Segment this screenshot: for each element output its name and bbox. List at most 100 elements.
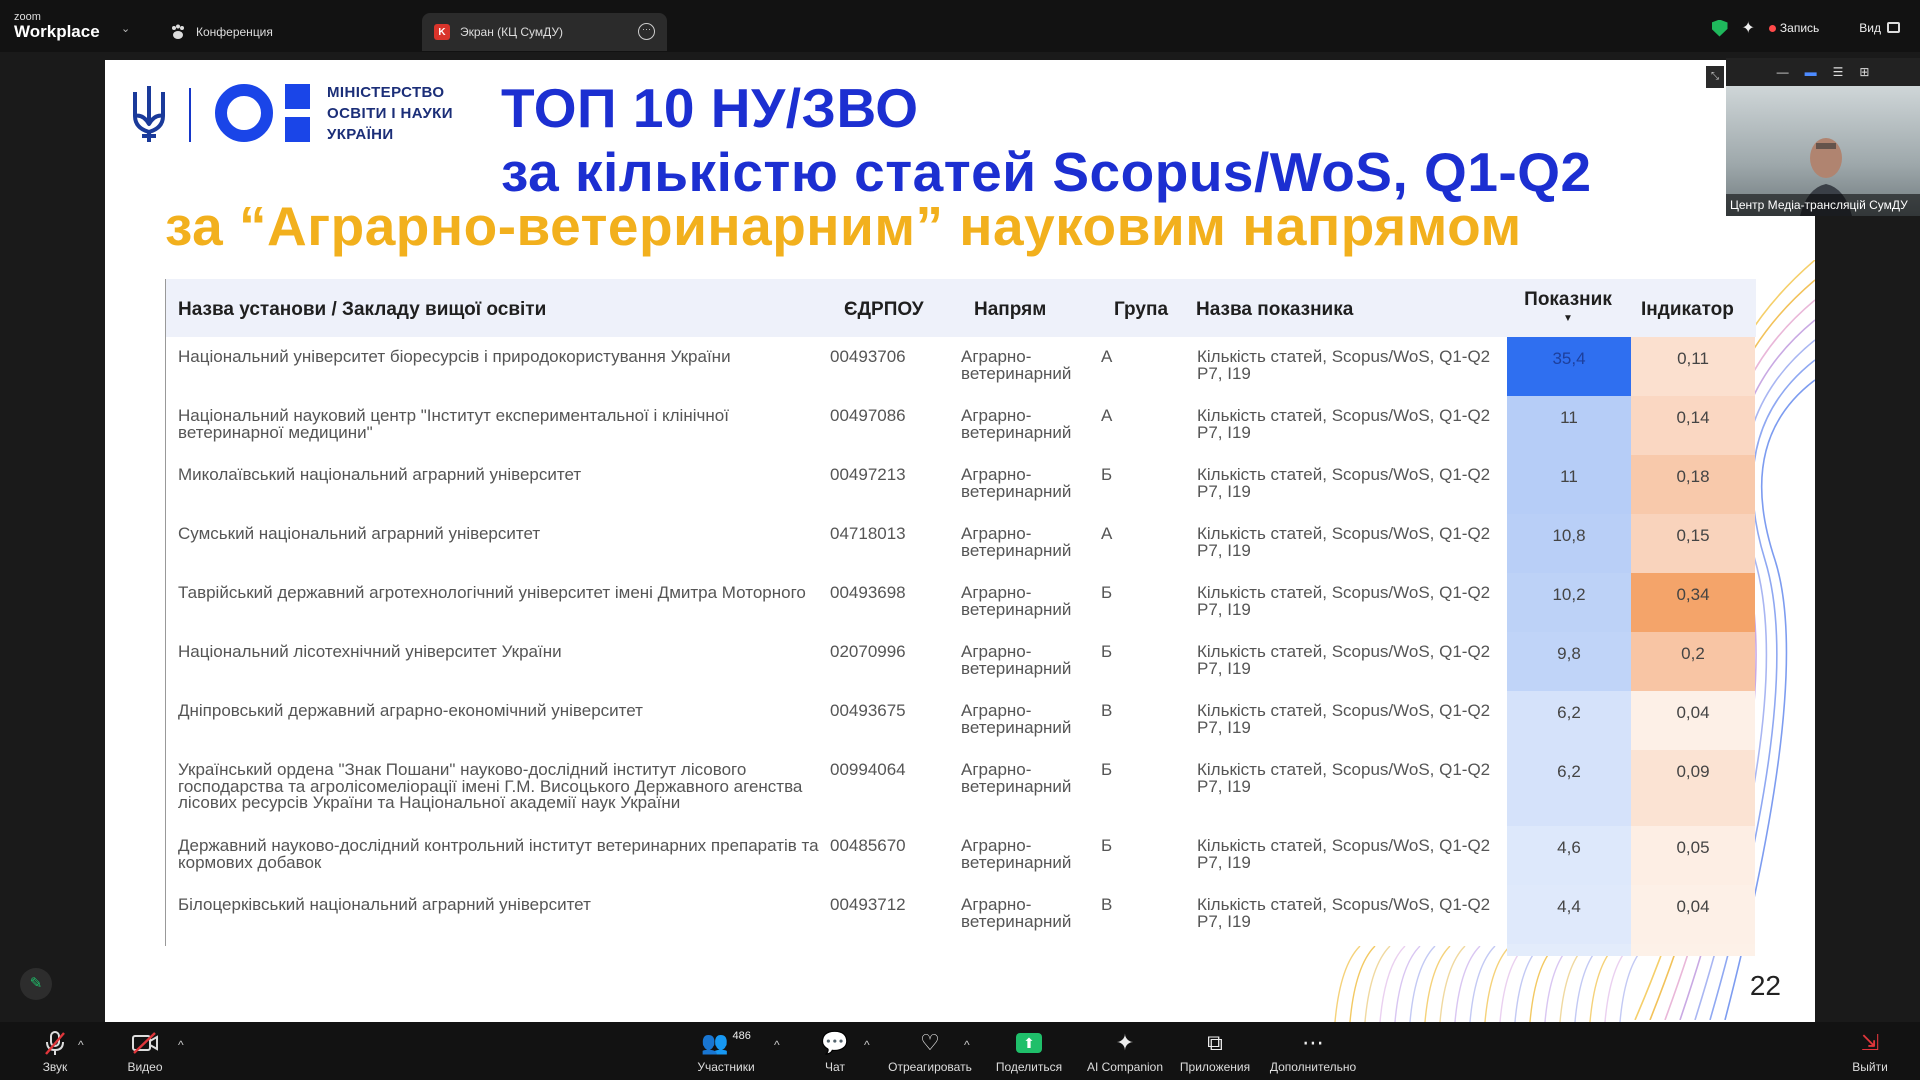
participants-caret-icon[interactable]: ^ — [774, 1038, 780, 1052]
chevron-down-icon[interactable]: ⌄ — [121, 22, 130, 35]
ministry-name-line: УКРАЇНИ — [327, 126, 394, 143]
participant-name: Центр Медіа-трансляцій СумДУ — [1726, 194, 1920, 216]
annotate-pen-icon[interactable]: ✎ — [20, 968, 52, 1000]
expand-icon[interactable]: ⤡ — [1706, 66, 1724, 88]
grid-view-icon[interactable]: ⊞ — [1859, 65, 1869, 79]
more-icon[interactable]: ··· — [638, 23, 655, 40]
heart-icon: ♡ — [920, 1030, 940, 1055]
more-dots-icon: ⋯ — [1302, 1030, 1324, 1055]
table-row: Миколаївський національний аграрний унів… — [166, 455, 1756, 514]
table-row: Національний лісотехнічний університет У… — [166, 632, 1756, 691]
brand-big: Workplace — [14, 22, 100, 41]
leave-button[interactable]: ⇲ Выйти — [1815, 1030, 1920, 1074]
k-icon: K — [434, 24, 450, 40]
table-row: Державний науково-дослідний контрольний … — [166, 826, 1756, 885]
indicator-cell: 0,04 — [1631, 691, 1755, 750]
header-value: Показник ▼ — [1508, 289, 1628, 324]
view-button[interactable]: Вид — [1859, 21, 1900, 35]
trident-icon — [133, 86, 165, 142]
table-row: Білоцерківський національний аграрний ун… — [166, 885, 1756, 944]
chat-caret-icon[interactable]: ^ — [864, 1038, 870, 1052]
value-cell: 6,2 — [1507, 691, 1631, 750]
tab-label: Конференция — [196, 25, 273, 39]
institution-name: Миколаївський національний аграрний унів… — [178, 465, 582, 484]
edrpou-code: 00994064 — [830, 760, 906, 779]
indicator-name: Кількість статей, Scopus/WoS, Q1-Q2 P7, … — [1197, 583, 1491, 619]
strip-view-icon[interactable]: ☰ — [1833, 65, 1844, 79]
record-dot-icon — [1768, 25, 1776, 32]
leave-icon: ⇲ — [1860, 1030, 1880, 1055]
more-button[interactable]: ⋯ Дополнительно — [1257, 1030, 1369, 1074]
ranking-table: Назва установи / Закладу вищої освіти ЄД… — [165, 279, 1756, 956]
ministry-logo-square — [285, 117, 310, 142]
react-caret-icon[interactable]: ^ — [964, 1038, 970, 1052]
indicator-cell: 0,09 — [1631, 750, 1755, 826]
video-off-icon — [132, 1032, 158, 1054]
indicator-cell: 0,34 — [1631, 573, 1755, 632]
audio-caret-icon[interactable]: ^ — [78, 1038, 84, 1052]
edrpou-code: 00493706 — [830, 347, 906, 366]
group: А — [1101, 347, 1113, 366]
direction: Аграрно-ветеринарний — [961, 836, 1072, 872]
table-row: Український ордена "Знак Пошани" науково… — [166, 750, 1756, 826]
value-cell: 6,2 — [1507, 750, 1631, 826]
ministry-name-line: МІНІСТЕРСТВО — [327, 84, 445, 101]
header-code: ЄДРПОУ — [844, 299, 924, 320]
edrpou-code: 00497213 — [830, 465, 906, 484]
title-bar: zoom Workplace ⌄ Конференция K Экран (КЦ… — [0, 0, 1920, 52]
indicator-name: Кількість статей, Scopus/WoS, Q1-Q2 P7, … — [1197, 760, 1491, 796]
column-fill — [1631, 944, 1755, 956]
tab-meeting[interactable]: Конференция — [160, 13, 410, 51]
react-button[interactable]: ♡ Отреагировать — [874, 1030, 986, 1074]
institution-name: Таврійський державний агротехнологічний … — [178, 583, 806, 602]
table-row: Національний науковий центр "Інститут ек… — [166, 396, 1756, 455]
direction: Аграрно-ветеринарний — [961, 760, 1072, 796]
group: В — [1101, 895, 1113, 914]
table-header: Назва установи / Закладу вищої освіти ЄД… — [166, 279, 1756, 337]
decorative-stripes — [1334, 946, 1646, 1022]
video-tile[interactable]: — ▬ ☰ ⊞ Центр Медіа-трансляцій СумДУ — [1726, 58, 1920, 216]
indicator-name: Кількість статей, Scopus/WoS, Q1-Q2 P7, … — [1197, 895, 1491, 931]
single-view-icon[interactable]: ▬ — [1805, 65, 1817, 79]
indicator-name: Кількість статей, Scopus/WoS, Q1-Q2 P7, … — [1197, 836, 1491, 872]
video-caret-icon[interactable]: ^ — [178, 1038, 184, 1052]
participants-icon: 👥 — [701, 1030, 729, 1055]
indicator-name: Кількість статей, Scopus/WoS, Q1-Q2 P7, … — [1197, 347, 1491, 383]
header-indicator-name: Назва показника — [1196, 299, 1354, 320]
group: Б — [1101, 642, 1113, 661]
sparkle-icon[interactable]: ✦ — [1742, 18, 1755, 38]
indicator-name: Кількість статей, Scopus/WoS, Q1-Q2 P7, … — [1197, 524, 1491, 560]
indicator-cell: 0,2 — [1631, 632, 1755, 691]
ministry-name-line: ОСВІТИ І НАУКИ — [327, 105, 453, 122]
sort-arrow-icon: ▼ — [1563, 313, 1573, 324]
participants-button[interactable]: 👥 486 Участники — [671, 1030, 781, 1074]
record-indicator[interactable]: Запись — [1768, 21, 1820, 35]
indicator-name: Кількість статей, Scopus/WoS, Q1-Q2 P7, … — [1197, 701, 1491, 737]
edrpou-code: 00493712 — [830, 895, 906, 914]
zoom-logo: zoom Workplace — [14, 12, 100, 41]
participants-count: 486 — [732, 1030, 751, 1042]
video-button[interactable]: Видео — [90, 1030, 200, 1074]
shield-icon[interactable] — [1711, 19, 1728, 37]
institution-name: Білоцерківський національний аграрний ун… — [178, 895, 591, 914]
table-row: Сумський національний аграрний університ… — [166, 514, 1756, 573]
column-fill — [1507, 944, 1631, 956]
page-number: 22 — [1749, 970, 1781, 1001]
apps-button[interactable]: ⧉ Приложения — [1160, 1030, 1270, 1074]
record-label: Запись — [1779, 21, 1820, 35]
ministry-logo-square — [285, 84, 310, 109]
indicator-name: Кількість статей, Scopus/WoS, Q1-Q2 P7, … — [1197, 406, 1491, 442]
minimize-icon[interactable]: — — [1777, 65, 1789, 79]
header-value-label: Показник — [1524, 289, 1612, 310]
edrpou-code: 00485670 — [830, 836, 906, 855]
tab-screen[interactable]: K Экран (КЦ СумДУ) ··· — [422, 13, 667, 51]
value-cell: 11 — [1507, 455, 1631, 514]
paw-icon — [170, 24, 186, 40]
share-button[interactable]: ⬆ Поделиться — [974, 1030, 1084, 1074]
indicator-name: Кількість статей, Scopus/WoS, Q1-Q2 P7, … — [1197, 642, 1491, 678]
participants-label: Участники — [697, 1060, 755, 1074]
value-cell: 10,2 — [1507, 573, 1631, 632]
apps-label: Приложения — [1179, 1060, 1251, 1074]
edrpou-code: 04718013 — [830, 524, 906, 543]
header-group: Група — [1114, 299, 1169, 320]
